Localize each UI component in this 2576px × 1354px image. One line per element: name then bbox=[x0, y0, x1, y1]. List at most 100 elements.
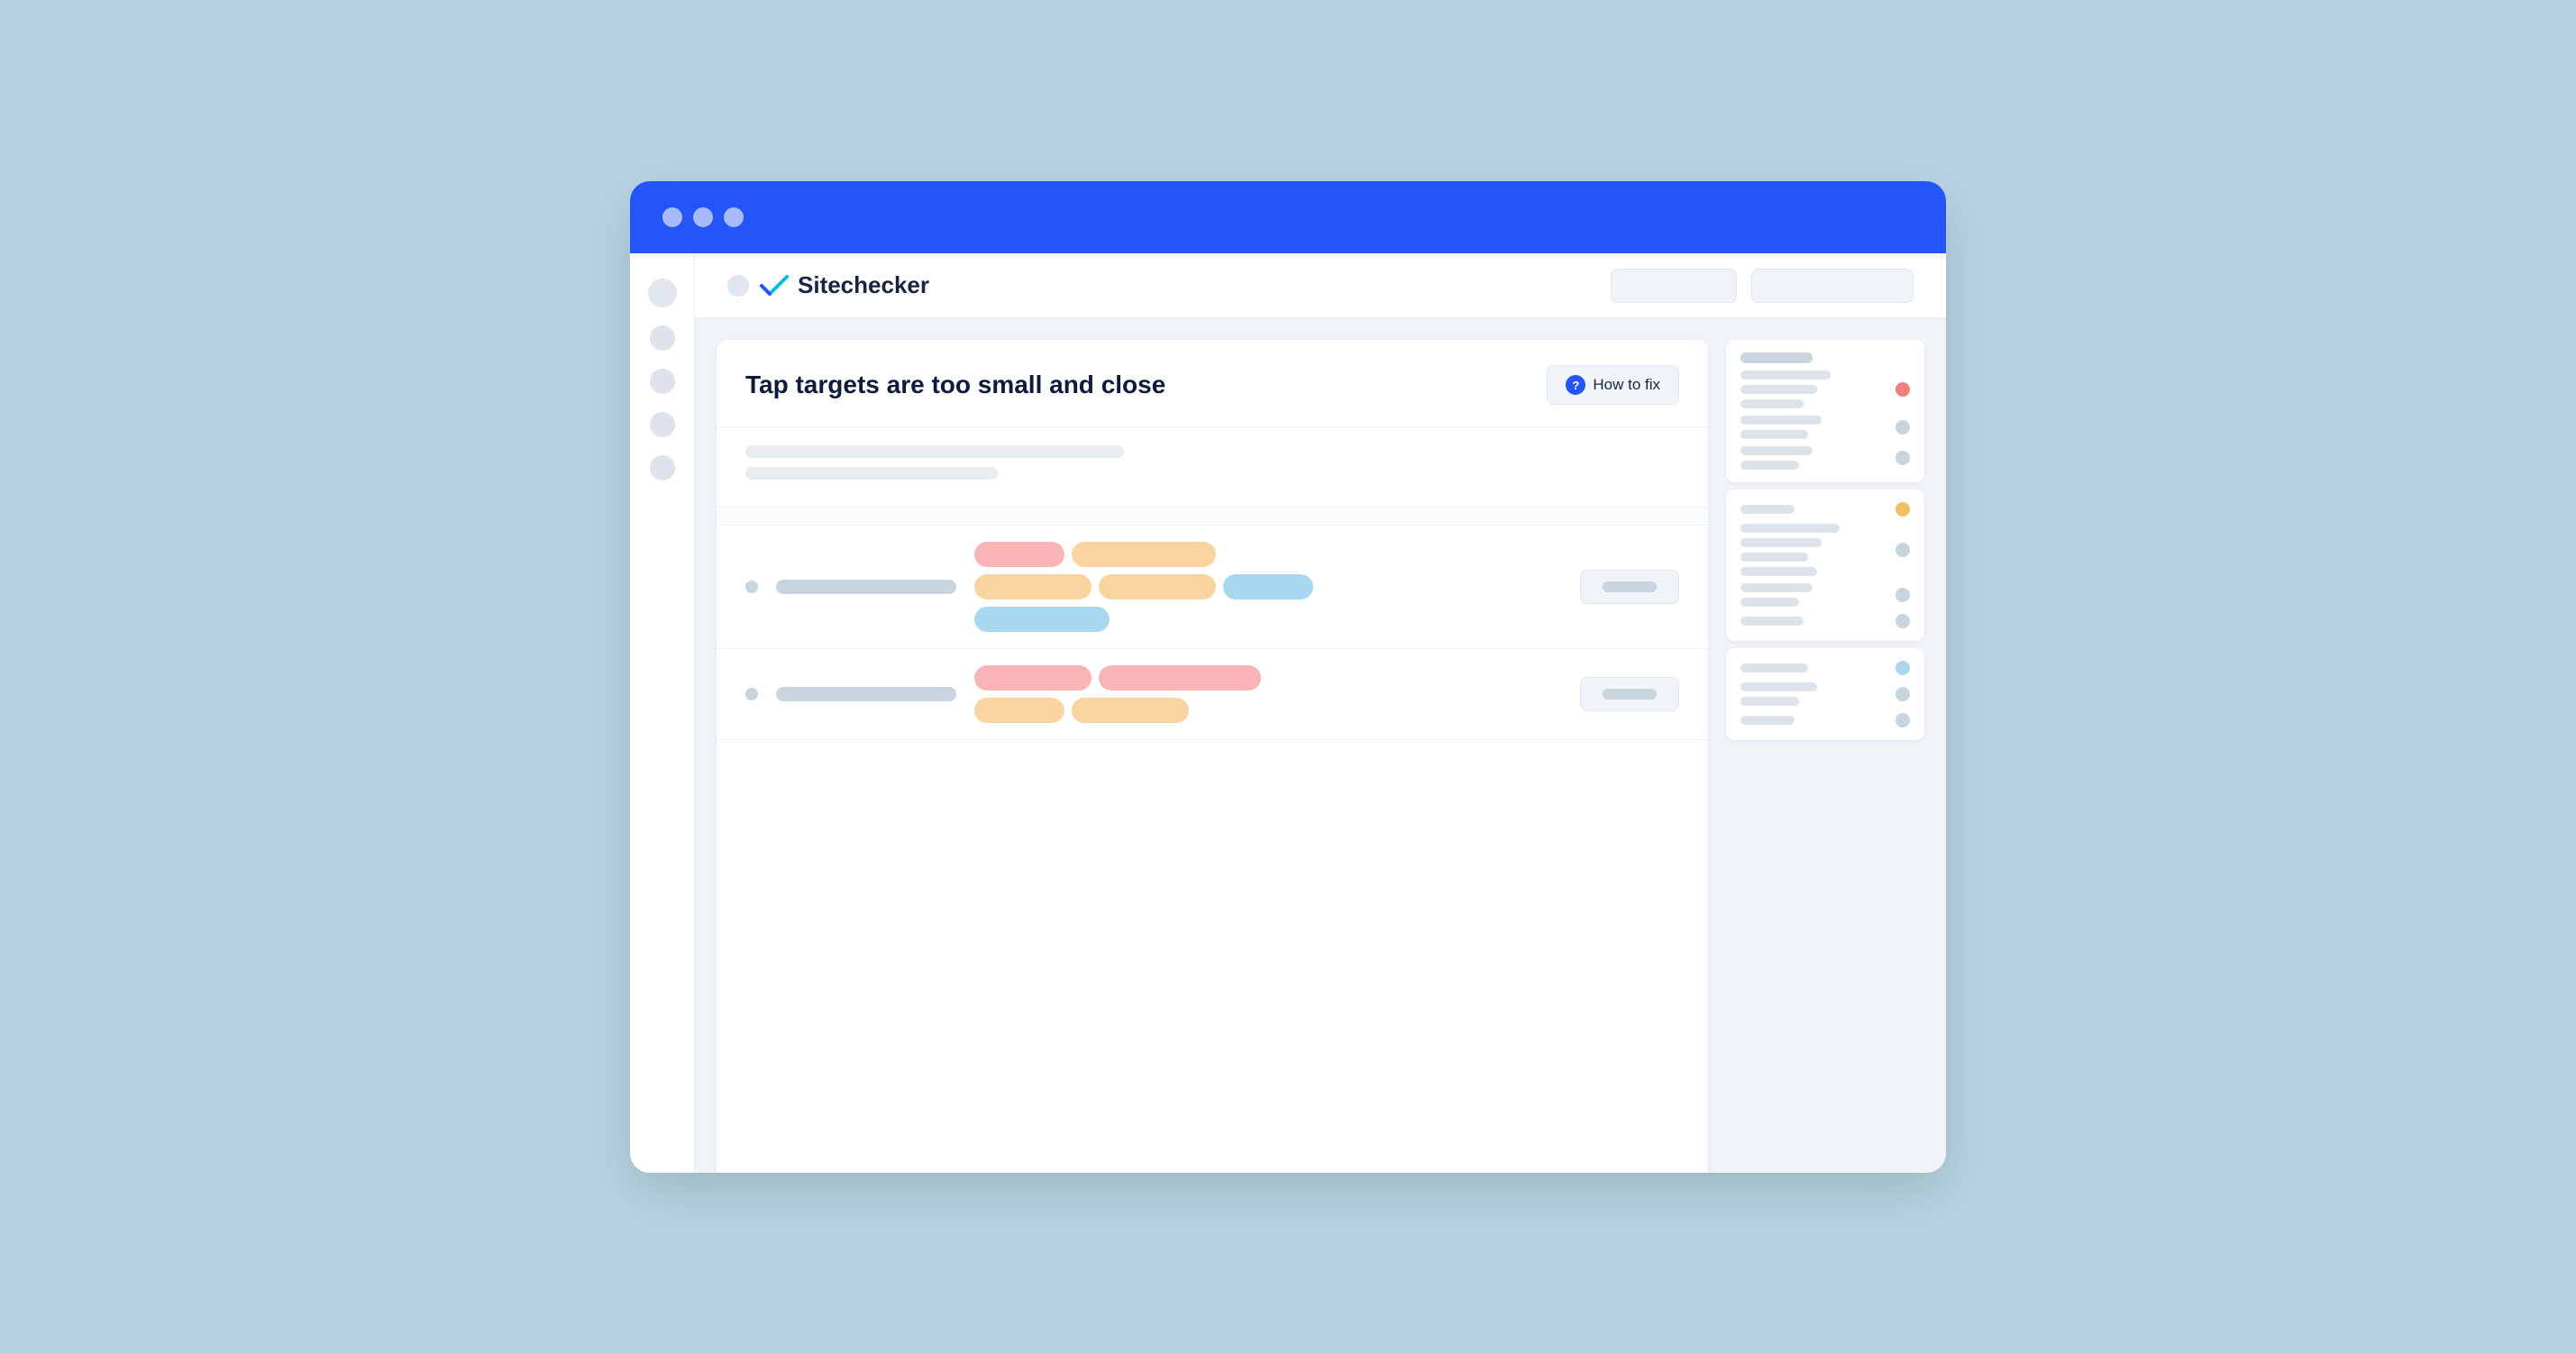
tag-row-1b bbox=[974, 574, 1562, 599]
rs-section-1 bbox=[1726, 340, 1924, 482]
traffic-light-3 bbox=[724, 207, 744, 227]
traffic-light-1 bbox=[662, 207, 682, 227]
panel-header: Tap targets are too small and close ? Ho… bbox=[717, 340, 1708, 427]
rs-col-line-7 bbox=[1740, 461, 1799, 470]
tag-pink-2 bbox=[974, 665, 1092, 691]
sidebar-nav-item-4[interactable] bbox=[650, 455, 675, 480]
action-btn-bar-2 bbox=[1603, 689, 1657, 700]
right-sidebar bbox=[1726, 340, 1924, 1173]
rs-row-1-1 bbox=[1740, 352, 1910, 363]
rs-dot-gray-2 bbox=[1895, 451, 1910, 465]
rs-col-line-8 bbox=[1740, 505, 1795, 514]
sidebar-avatar bbox=[648, 279, 677, 307]
tag-blue-1 bbox=[1223, 574, 1313, 599]
rs-col-line-12 bbox=[1740, 567, 1817, 576]
row-action-button-2[interactable] bbox=[1580, 677, 1679, 711]
rs-dot-gray-4 bbox=[1895, 588, 1910, 602]
rs-row-3-1 bbox=[1740, 661, 1910, 675]
rs-col-line-18 bbox=[1740, 697, 1799, 706]
rs-col-line-13 bbox=[1740, 583, 1813, 592]
browser-window: Sitechecker Tap targets are too small an… bbox=[630, 181, 1946, 1173]
rs-col-line-15 bbox=[1740, 617, 1804, 626]
tag-group-1 bbox=[974, 542, 1562, 632]
rs-row-1-3 bbox=[1740, 416, 1910, 439]
center-panel: Tap targets are too small and close ? Ho… bbox=[717, 340, 1708, 1173]
tag-orange-5 bbox=[1072, 698, 1189, 723]
sidebar-nav-item-1[interactable] bbox=[650, 325, 675, 351]
top-section: Sitechecker Tap targets are too small an… bbox=[695, 253, 1946, 1173]
question-icon: ? bbox=[1566, 375, 1585, 395]
rs-col-line-4 bbox=[1740, 416, 1822, 425]
rs-dot-gray-5 bbox=[1895, 614, 1910, 628]
navbar-button-2[interactable] bbox=[1751, 269, 1914, 303]
tag-pink-3 bbox=[1099, 665, 1261, 691]
rs-col-lines-3 bbox=[1740, 446, 1886, 470]
rs-col-lines-1 bbox=[1740, 371, 1886, 408]
tag-orange-3 bbox=[1099, 574, 1216, 599]
rs-row-2-1 bbox=[1740, 502, 1910, 517]
row-indicator-1 bbox=[745, 581, 758, 593]
tag-blue-2 bbox=[974, 607, 1110, 632]
tag-orange-1 bbox=[1072, 542, 1216, 567]
tag-row-2b bbox=[974, 698, 1562, 723]
rs-row-3-2 bbox=[1740, 682, 1910, 706]
rs-col-line-19 bbox=[1740, 716, 1795, 725]
description-area bbox=[717, 427, 1708, 508]
rs-col-line-6 bbox=[1740, 446, 1813, 455]
sidebar bbox=[630, 253, 695, 1173]
rs-row-2-2 bbox=[1740, 524, 1910, 576]
traffic-lights bbox=[662, 207, 744, 227]
row-url-1 bbox=[776, 580, 956, 594]
how-to-fix-label: How to fix bbox=[1593, 376, 1660, 394]
rs-col-lines-2 bbox=[1740, 416, 1886, 439]
tag-pink-1 bbox=[974, 542, 1064, 567]
how-to-fix-button[interactable]: ? How to fix bbox=[1547, 365, 1679, 405]
navbar-button-1[interactable] bbox=[1611, 269, 1737, 303]
tag-row-1a bbox=[974, 542, 1562, 567]
rs-col-lines-4 bbox=[1740, 505, 1886, 514]
logo-circle bbox=[727, 275, 749, 297]
table-row-2 bbox=[717, 649, 1708, 740]
rs-row-2-3 bbox=[1740, 583, 1910, 607]
rs-col-line-17 bbox=[1740, 682, 1817, 691]
row-indicator-2 bbox=[745, 688, 758, 700]
spacer-row bbox=[717, 508, 1708, 526]
rs-row-1-2 bbox=[1740, 371, 1910, 408]
sidebar-nav-item-3[interactable] bbox=[650, 412, 675, 437]
rs-col-line-16 bbox=[1740, 663, 1808, 672]
rs-dot-gray-1 bbox=[1895, 420, 1910, 435]
rs-col-line-5 bbox=[1740, 430, 1808, 439]
rs-col-lines-7 bbox=[1740, 617, 1886, 626]
rs-col-lines-10 bbox=[1740, 716, 1886, 725]
tag-group-2 bbox=[974, 665, 1562, 723]
rs-row-2-4 bbox=[1740, 614, 1910, 628]
table-row-1 bbox=[717, 526, 1708, 649]
row-action-button-1[interactable] bbox=[1580, 570, 1679, 604]
rs-col-line-1 bbox=[1740, 371, 1831, 380]
rs-dot-blue bbox=[1895, 661, 1910, 675]
app-navbar: Sitechecker bbox=[695, 253, 1946, 318]
logo-text: Sitechecker bbox=[798, 271, 929, 299]
traffic-light-2 bbox=[693, 207, 713, 227]
sidebar-nav-item-2[interactable] bbox=[650, 369, 675, 394]
tag-orange-4 bbox=[974, 698, 1064, 723]
rs-col-line-14 bbox=[1740, 598, 1799, 607]
main-area: Tap targets are too small and close ? Ho… bbox=[695, 318, 1946, 1173]
rs-dot-gray-6 bbox=[1895, 687, 1910, 701]
tag-row-1c bbox=[974, 607, 1562, 632]
rs-col-lines-6 bbox=[1740, 583, 1886, 607]
navbar-buttons bbox=[1611, 269, 1914, 303]
browser-titlebar bbox=[630, 181, 1946, 253]
rs-col-line-10 bbox=[1740, 538, 1822, 547]
rs-col-line-3 bbox=[1740, 399, 1804, 408]
rs-dot-orange bbox=[1895, 502, 1910, 517]
rs-col-line-2 bbox=[1740, 385, 1817, 394]
logo-check: Sitechecker bbox=[758, 271, 929, 299]
rs-dot-gray-7 bbox=[1895, 713, 1910, 727]
rs-dot-red bbox=[1895, 382, 1910, 397]
rs-row-1-4 bbox=[1740, 446, 1910, 470]
desc-line-2 bbox=[745, 467, 998, 480]
logo-area: Sitechecker bbox=[727, 271, 929, 299]
browser-body: Sitechecker Tap targets are too small an… bbox=[630, 253, 1946, 1173]
rs-col-lines-5 bbox=[1740, 524, 1886, 576]
